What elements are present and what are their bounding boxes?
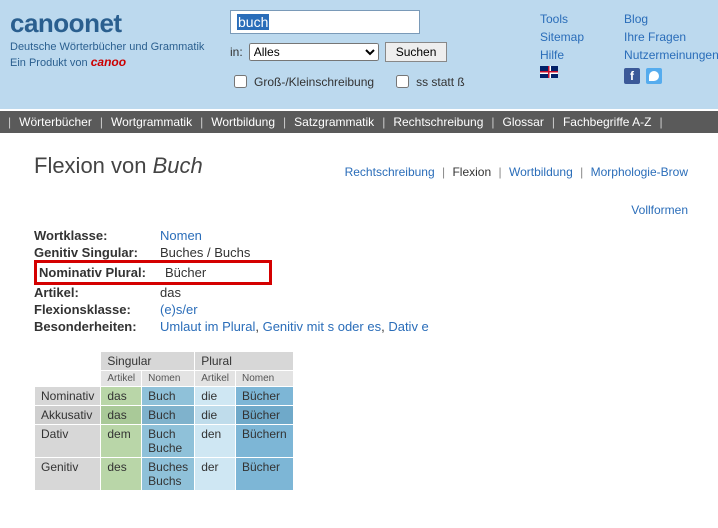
spec-link[interactable]: Dativ e <box>388 319 428 334</box>
flag-uk-icon[interactable] <box>540 66 558 78</box>
cell: Büchern <box>236 425 293 457</box>
cell: die <box>195 387 235 405</box>
cell: Akkusativ <box>35 406 100 424</box>
logo[interactable]: canoonet <box>10 8 210 39</box>
twitter-icon[interactable] <box>646 68 662 84</box>
word-info: Wortklasse:Nomen Genitiv Singular:Buches… <box>34 227 688 335</box>
cell: die <box>195 406 235 424</box>
cell: Bücher <box>236 458 293 490</box>
cell: dem <box>101 425 141 457</box>
content: Flexion von Buch Rechtschreibung | Flexi… <box>0 133 718 501</box>
cell: Buch <box>142 387 194 405</box>
right-sublink: Vollformen <box>34 203 688 217</box>
in-label: in: <box>230 45 243 59</box>
declension-table: Singular Plural Artikel Nomen Artikel No… <box>34 351 294 491</box>
product-line: Ein Produkt von canoo <box>10 55 210 69</box>
nav-item[interactable]: Wortbildung <box>211 115 275 129</box>
nav-item[interactable]: Rechtschreibung <box>393 115 483 129</box>
cell: des <box>101 458 141 490</box>
table-row: DativdemBuchBuchedenBüchern <box>35 425 293 457</box>
link-tools[interactable]: Tools <box>540 12 584 26</box>
vollformen-link[interactable]: Vollformen <box>631 203 688 217</box>
nav-item[interactable]: Satzgrammatik <box>294 115 374 129</box>
case-checkbox[interactable]: Groß-/Kleinschreibung <box>230 72 374 91</box>
tab-flexion: Flexion <box>452 165 491 179</box>
info-row: Flexionsklasse:(e)s/er <box>34 301 688 318</box>
nav-item[interactable]: Wörterbücher <box>19 115 92 129</box>
link-reviews[interactable]: Nutzermeinungen <box>624 48 718 62</box>
col-plural: Plural <box>195 352 293 370</box>
highlighted-row: Nominativ Plural:Bücher <box>34 260 272 285</box>
info-row: Besonderheiten: Umlaut im Plural, Geniti… <box>34 318 688 335</box>
cell: der <box>195 458 235 490</box>
link-help[interactable]: Hilfe <box>540 48 584 62</box>
ss-checkbox[interactable]: ss statt ß <box>392 72 465 91</box>
facebook-icon[interactable]: f <box>624 68 640 84</box>
tagline: Deutsche Wörterbücher und Grammatik <box>10 41 210 53</box>
search-value: buch <box>237 14 269 30</box>
table-row: GenitivdesBuchesBuchsderBücher <box>35 458 293 490</box>
main-nav: | Wörterbücher| Wortgrammatik| Wortbildu… <box>0 111 718 133</box>
info-spec-links: Umlaut im Plural, Genitiv mit s oder es,… <box>160 319 429 334</box>
info-value: Buches / Buchs <box>160 245 250 260</box>
table-row: AkkusativdasBuchdieBücher <box>35 406 293 424</box>
tab-spelling[interactable]: Rechtschreibung <box>345 165 435 179</box>
cell: das <box>101 387 141 405</box>
link-blog[interactable]: Blog <box>624 12 718 26</box>
cell: Nominativ <box>35 387 100 405</box>
case-checkbox-input[interactable] <box>234 75 247 88</box>
link-sitemap[interactable]: Sitemap <box>540 30 584 44</box>
search-input[interactable]: buch <box>230 10 420 34</box>
header: canoonet Deutsche Wörterbücher und Gramm… <box>0 0 718 111</box>
header-links: Tools Sitemap Hilfe Blog Ihre Fragen Nut… <box>540 8 718 91</box>
info-value: Bücher <box>165 265 206 280</box>
info-value: das <box>160 285 181 300</box>
scope-select[interactable]: Alles <box>249 43 379 61</box>
info-row: Genitiv Singular:Buches / Buchs <box>34 244 688 261</box>
nav-item[interactable]: Fachbegriffe A-Z <box>563 115 652 129</box>
cell: Genitiv <box>35 458 100 490</box>
info-value-link[interactable]: (e)s/er <box>160 302 198 317</box>
tab-nav: Rechtschreibung | Flexion | Wortbildung … <box>345 165 688 179</box>
info-row: Wortklasse:Nomen <box>34 227 688 244</box>
brand: canoonet Deutsche Wörterbücher und Gramm… <box>10 8 210 91</box>
cell: das <box>101 406 141 424</box>
spec-link[interactable]: Genitiv mit s oder es <box>263 319 382 334</box>
tab-wordformation[interactable]: Wortbildung <box>509 165 573 179</box>
tab-morphology[interactable]: Morphologie-Brow <box>591 165 688 179</box>
cell: Buch <box>142 406 194 424</box>
logo-part-b: net <box>84 8 122 38</box>
cell: den <box>195 425 235 457</box>
table-row: NominativdasBuchdieBücher <box>35 387 293 405</box>
spec-link[interactable]: Umlaut im Plural <box>160 319 255 334</box>
col-singular: Singular <box>101 352 194 370</box>
page-title: Flexion von Buch <box>34 153 203 179</box>
logo-part-a: canoo <box>10 8 84 38</box>
link-faq[interactable]: Ihre Fragen <box>624 30 718 44</box>
search-area: buch in: Alles Suchen Groß-/Kleinschreib… <box>230 8 520 91</box>
cell: BuchBuche <box>142 425 194 457</box>
nav-item[interactable]: Glossar <box>503 115 544 129</box>
cell: BuchesBuchs <box>142 458 194 490</box>
header-links-col2: Blog Ihre Fragen Nutzermeinungen f <box>624 12 718 91</box>
search-button[interactable]: Suchen <box>385 42 448 62</box>
ss-checkbox-input[interactable] <box>396 75 409 88</box>
product-prefix: Ein Produkt von <box>10 57 91 69</box>
decl-body: NominativdasBuchdieBücherAkkusativdasBuc… <box>35 387 293 490</box>
info-row: Artikel:das <box>34 284 688 301</box>
info-value-link[interactable]: Nomen <box>160 228 202 243</box>
nav-item[interactable]: Wortgrammatik <box>111 115 192 129</box>
product-name: canoo <box>91 55 126 69</box>
header-links-col1: Tools Sitemap Hilfe <box>540 12 584 91</box>
cell: Bücher <box>236 387 293 405</box>
cell: Bücher <box>236 406 293 424</box>
cell: Dativ <box>35 425 100 457</box>
